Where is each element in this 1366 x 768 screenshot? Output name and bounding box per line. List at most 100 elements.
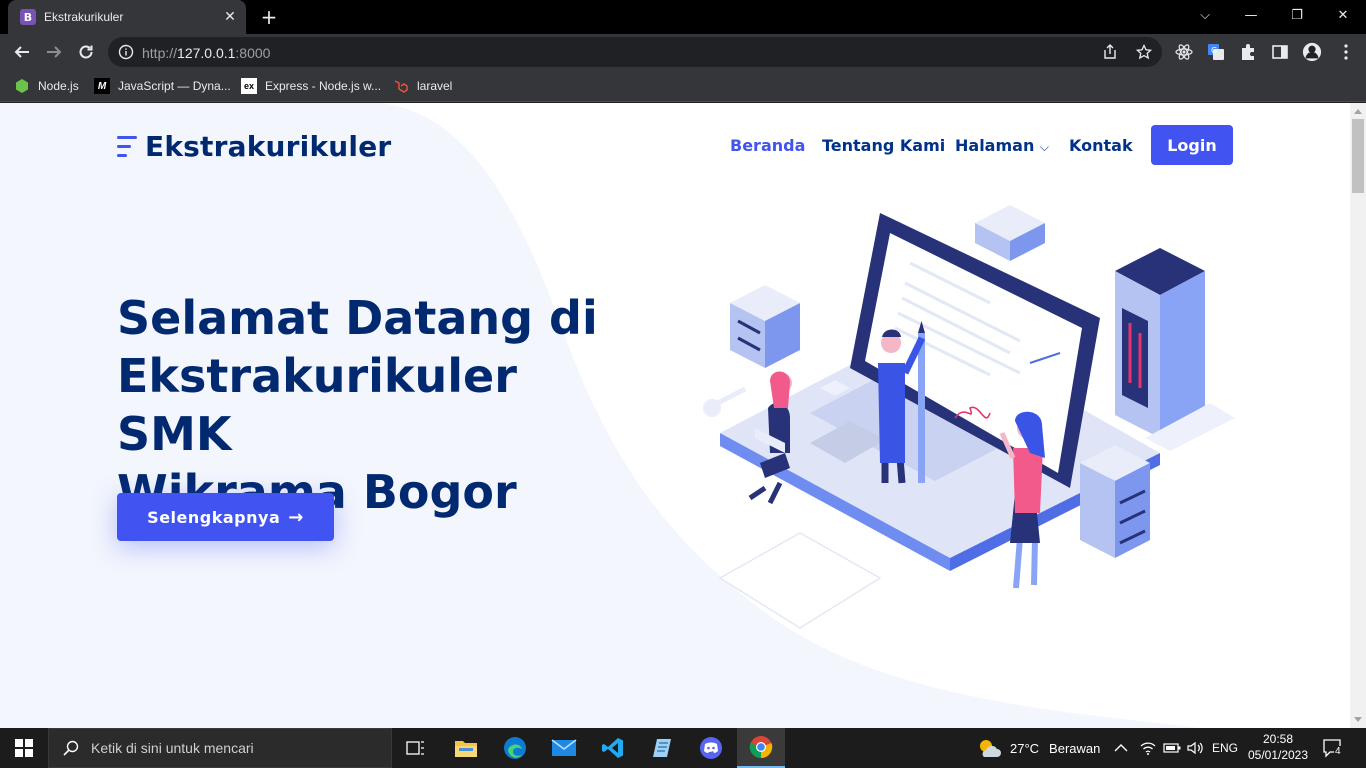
chrome-icon	[749, 736, 773, 759]
tab-close-icon[interactable]: ✕	[222, 9, 238, 25]
minimize-button[interactable]: —	[1228, 0, 1274, 30]
bookmark-label: laravel	[417, 79, 453, 93]
speaker-icon	[1187, 741, 1203, 755]
search-placeholder: Ketik di sini untuk mencari	[91, 740, 254, 756]
url-text: http://127.0.0.1:8000	[142, 45, 270, 61]
windows-taskbar: Ketik di sini untuk mencari 27°C Berawan…	[0, 728, 1366, 768]
nodejs-hexagon-icon	[14, 78, 30, 94]
battery-status[interactable]	[1163, 728, 1181, 768]
svg-text:G: G	[1211, 46, 1217, 55]
taskbar-search-box[interactable]: Ketik di sini untuk mencari	[48, 728, 392, 768]
browser-tab-strip: B Ekstrakurikuler ✕ + ⌵ — ❐ ✕	[0, 0, 1366, 34]
volume-control[interactable]	[1187, 728, 1205, 768]
laravel-icon	[393, 78, 409, 94]
task-view-button[interactable]	[392, 728, 440, 768]
express-ex-icon: ex	[241, 78, 257, 94]
bookmark-nodejs[interactable]: Node.js	[14, 76, 79, 96]
url-port: :8000	[235, 45, 271, 61]
google-translate-icon[interactable]: G	[1206, 42, 1226, 62]
tab-title: Ekstrakurikuler	[44, 10, 124, 24]
start-button[interactable]	[0, 728, 48, 768]
discord-app[interactable]	[687, 728, 735, 768]
notepad-icon	[653, 739, 671, 757]
battery-icon	[1163, 743, 1181, 753]
show-hidden-icons-button[interactable]	[1114, 728, 1128, 768]
nav-halaman[interactable]: Halaman ⌵	[955, 136, 1049, 155]
bookmark-label: Node.js	[38, 79, 79, 93]
side-panel-icon[interactable]	[1270, 42, 1290, 62]
close-window-button[interactable]: ✕	[1320, 0, 1366, 30]
bookmark-javascript-mdn[interactable]: M JavaScript — Dyna...	[94, 76, 231, 96]
forward-arrow-icon	[47, 46, 62, 58]
nav-beranda[interactable]: Beranda	[730, 136, 805, 155]
browser-tab[interactable]: B Ekstrakurikuler ✕	[8, 0, 246, 34]
notepad-app[interactable]	[638, 728, 686, 768]
brand-name: Ekstrakurikuler	[145, 130, 392, 163]
restore-button[interactable]: ❐	[1274, 0, 1320, 30]
web-page: Ekstrakurikuler Beranda Tentang Kami Hal…	[0, 103, 1350, 728]
network-status[interactable]	[1140, 728, 1156, 768]
share-icon[interactable]	[1100, 42, 1120, 62]
weather-condition: Berawan	[1049, 740, 1101, 756]
folder-icon	[455, 741, 477, 757]
react-devtools-icon[interactable]	[1174, 42, 1194, 62]
nav-kontak[interactable]: Kontak	[1069, 136, 1133, 155]
vscode-app[interactable]	[589, 728, 637, 768]
action-center-button[interactable]: 4	[1322, 728, 1344, 768]
cta-label: Selengkapnya	[147, 507, 281, 527]
scrollbar-thumb[interactable]	[1352, 119, 1364, 193]
hero-title-line: Ekstrakurikuler SMK	[117, 349, 517, 461]
edge-icon	[504, 737, 526, 759]
hero-title: Selamat Datang di Ekstrakurikuler SMK Wi…	[117, 289, 637, 521]
url-host: 127.0.0.1	[177, 45, 236, 61]
nav-halaman-label: Halaman	[955, 136, 1035, 155]
selengkapnya-button[interactable]: Selengkapnya →	[117, 493, 334, 541]
profile-avatar-icon[interactable]	[1302, 42, 1322, 62]
weather-widget[interactable]: 27°C Berawan	[976, 728, 1100, 768]
back-arrow-icon	[14, 46, 29, 58]
bookmark-express[interactable]: ex Express - Node.js w...	[241, 76, 381, 96]
discord-icon	[700, 737, 722, 759]
edge-browser-app[interactable]	[491, 728, 539, 768]
bookmarks-bar: Node.js M JavaScript — Dyna... ex Expres…	[0, 70, 1366, 102]
browser-menu-icon[interactable]	[1336, 42, 1356, 62]
task-view-icon	[406, 741, 424, 755]
wifi-icon	[1140, 742, 1156, 755]
url-scheme: http://	[142, 45, 178, 61]
scroll-up-arrow-icon[interactable]	[1354, 109, 1362, 114]
vscode-icon	[602, 738, 623, 758]
mail-icon	[551, 739, 577, 756]
nav-tentang-kami[interactable]: Tentang Kami	[822, 136, 945, 155]
browser-toolbar: http://127.0.0.1:8000 G	[0, 34, 1366, 70]
back-button[interactable]	[10, 40, 34, 64]
search-icon	[63, 740, 79, 756]
brand-logo[interactable]: Ekstrakurikuler	[117, 130, 391, 163]
bookmark-star-icon[interactable]	[1134, 42, 1154, 62]
brand-menu-lines-icon	[117, 134, 137, 160]
input-language[interactable]: ENG	[1212, 728, 1238, 768]
login-button[interactable]: Login	[1151, 125, 1233, 165]
partly-cloudy-icon	[980, 740, 1001, 757]
site-info-icon[interactable]	[118, 44, 134, 60]
taskbar-clock[interactable]: 20:58 05/01/2023	[1246, 731, 1310, 763]
chrome-app-active[interactable]	[737, 728, 785, 768]
bookmark-label: Express - Node.js w...	[265, 79, 382, 93]
address-bar[interactable]: http://127.0.0.1:8000	[108, 37, 1162, 67]
hero-title-line: Selamat Datang di	[117, 291, 598, 345]
file-explorer-app[interactable]	[442, 728, 490, 768]
scroll-down-arrow-icon[interactable]	[1354, 717, 1362, 722]
reload-button[interactable]	[74, 40, 98, 64]
notification-count-badge: 4	[1334, 746, 1342, 757]
bookmark-laravel[interactable]: laravel	[393, 76, 452, 96]
chevron-up-icon	[1114, 744, 1128, 752]
page-scrollbar[interactable]	[1350, 103, 1366, 728]
new-tab-button[interactable]: +	[258, 5, 280, 29]
forward-button[interactable]	[42, 40, 66, 64]
extensions-puzzle-icon[interactable]	[1238, 42, 1258, 62]
reload-icon	[79, 45, 93, 59]
bookmark-label: JavaScript — Dyna...	[118, 79, 231, 93]
weather-temperature: 27°C	[1010, 740, 1040, 756]
clock-date: 05/01/2023	[1247, 748, 1309, 762]
mail-app[interactable]	[540, 728, 588, 768]
tab-search-dropdown-icon[interactable]: ⌵	[1182, 0, 1228, 30]
